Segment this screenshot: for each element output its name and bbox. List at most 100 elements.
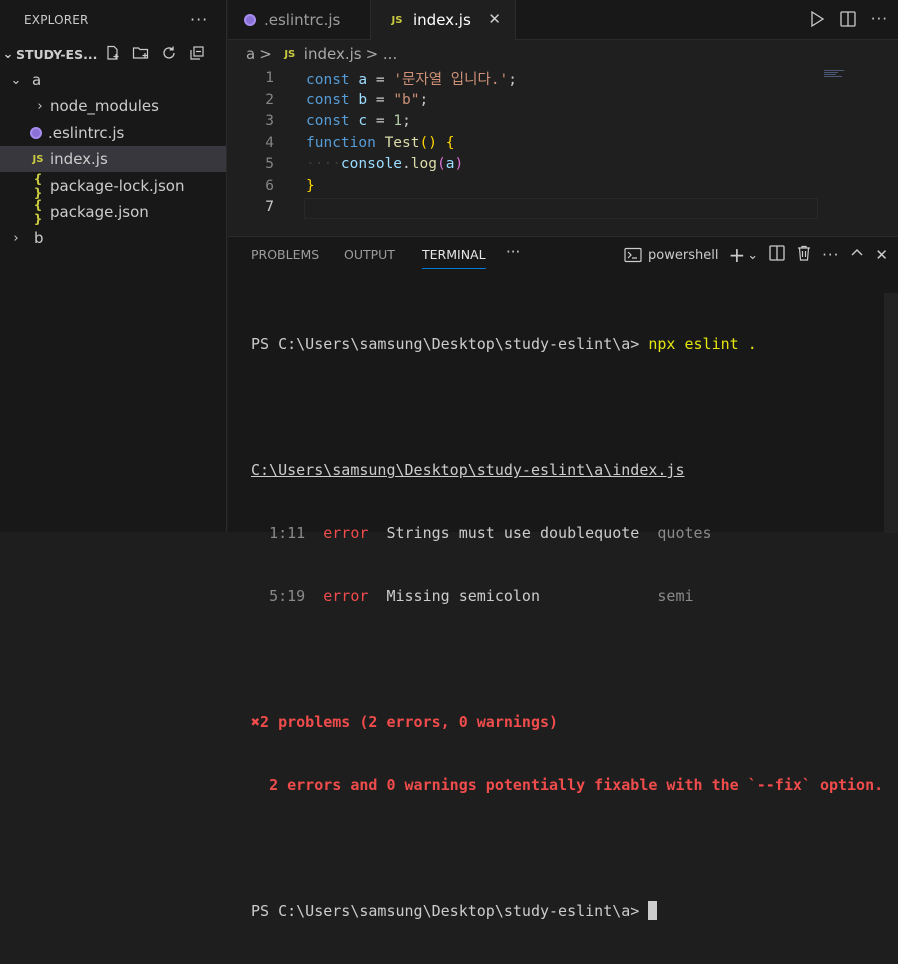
tree-item-label: a <box>32 71 42 89</box>
fixable-text: 2 errors and 0 warnings potentially fixa… <box>269 776 884 794</box>
terminal-command: npx eslint . <box>648 335 757 353</box>
trash-icon[interactable] <box>796 244 812 266</box>
error-rule: quotes <box>657 524 712 542</box>
code-token: console <box>340 156 403 172</box>
close-icon[interactable]: ✕ <box>875 246 888 264</box>
code-line[interactable]: 3 const c = 1; <box>228 110 898 132</box>
code-line[interactable]: 1 const a = '문자열 입니다.'; <box>228 67 898 89</box>
chevron-down-icon: ⌄ <box>10 72 22 88</box>
code-editor[interactable]: 1 const a = '문자열 입니다.'; 2 const b = "b"; 3 co… <box>228 67 898 235</box>
more-actions-icon[interactable]: ··· <box>822 246 839 264</box>
line-number: 6 <box>265 177 274 194</box>
code-token: ( <box>436 156 446 172</box>
collapse-all-icon[interactable] <box>188 44 206 62</box>
close-icon[interactable]: ✕ <box>488 10 501 28</box>
code-token: const <box>306 113 350 129</box>
tree-file-package-lock[interactable]: { } package-lock.json <box>0 172 226 200</box>
explorer-more-icon[interactable]: ··· <box>190 10 208 29</box>
tree-folder-b[interactable]: › b <box>0 225 226 251</box>
panel-more-icon[interactable]: ··· <box>506 243 520 261</box>
summary-text: 2 problems (2 errors, 0 warnings) <box>260 713 559 731</box>
terminal-line: PS C:\Users\samsung\Desktop\study-eslint… <box>251 334 898 355</box>
tab-label: index.js <box>413 11 471 29</box>
tree-file-index-js[interactable]: JS index.js <box>0 146 226 172</box>
lint-summary: ✖2 problems (2 errors, 0 warnings) <box>251 712 898 733</box>
eslint-icon <box>244 14 256 26</box>
code-token: = <box>375 113 394 129</box>
line-number: 5 <box>265 156 274 172</box>
run-icon[interactable] <box>809 10 825 32</box>
code-line[interactable]: 5 ····console.log(a) <box>228 153 898 175</box>
refresh-icon[interactable] <box>160 44 178 62</box>
eslint-icon <box>30 127 42 139</box>
js-file-icon: JS <box>284 48 296 60</box>
terminal-shell-selector[interactable]: powershell <box>624 247 718 263</box>
tab-eslintrc[interactable]: .eslintrc.js <box>228 0 371 40</box>
terminal-cursor <box>648 901 658 920</box>
code-token: Test <box>384 134 420 151</box>
line-number: 2 <box>265 91 274 108</box>
tree-item-label: b <box>34 229 44 247</box>
explorer-title: EXPLORER <box>24 13 89 27</box>
error-level: error <box>323 524 369 542</box>
line-number: 3 <box>265 113 274 129</box>
new-file-icon[interactable] <box>104 44 122 62</box>
code-token: () <box>419 134 437 151</box>
code-text: const b = "b"; <box>306 92 428 108</box>
split-terminal-icon[interactable] <box>768 244 786 266</box>
tree-item-label: package-lock.json <box>50 177 185 195</box>
bottom-panel: PROBLEMS OUTPUT TERMINAL ··· powershell … <box>228 236 898 920</box>
lint-file-path[interactable]: C:\Users\samsung\Desktop\study-eslint\a\… <box>251 461 684 479</box>
tree-file-eslintrc[interactable]: .eslintrc.js <box>0 120 226 146</box>
active-tab-indicator <box>422 268 486 269</box>
tree-item-label: package.json <box>50 203 149 221</box>
error-message: Missing semicolon <box>386 587 540 605</box>
maximize-panel-icon[interactable] <box>849 245 865 265</box>
terminal-prompt: PS C:\Users\samsung\Desktop\study-eslint… <box>251 902 649 920</box>
code-line[interactable]: 2 const b = "b"; <box>228 89 898 111</box>
code-line[interactable]: 4 function Test() { <box>228 132 898 154</box>
new-folder-icon[interactable] <box>132 44 150 62</box>
tree-item-label: .eslintrc.js <box>48 124 125 142</box>
tab-index-js[interactable]: JS index.js ✕ <box>371 0 516 40</box>
lint-error-row: 1:11 error Strings must use doublequote … <box>251 523 898 544</box>
chevron-down-icon[interactable]: ⌄ <box>747 248 758 263</box>
editor-tabbar: .eslintrc.js JS index.js ✕ ··· <box>228 0 898 40</box>
line-number: 7 <box>265 199 274 215</box>
chevron-right-icon: › <box>37 98 43 114</box>
more-actions-icon[interactable]: ··· <box>871 10 888 32</box>
new-terminal-icon[interactable]: + <box>728 245 745 265</box>
js-file-icon: JS <box>32 153 44 165</box>
code-text: } <box>306 178 315 194</box>
split-editor-icon[interactable] <box>839 10 857 32</box>
code-token: b <box>349 91 376 108</box>
error-x-icon: ✖ <box>251 713 261 731</box>
code-token: ; <box>419 91 429 108</box>
tree-item-label: node_modules <box>50 97 159 115</box>
line-number: 1 <box>265 70 274 86</box>
code-line[interactable]: 7 <box>228 196 898 218</box>
tree-folder-node-modules[interactable]: › node_modules <box>0 93 226 119</box>
tab-problems[interactable]: PROBLEMS <box>251 247 319 262</box>
explorer-header: EXPLORER ··· <box>0 0 226 40</box>
explorer-actions <box>104 44 206 62</box>
code-token: ···· <box>306 156 341 172</box>
tree-file-package[interactable]: { } package.json <box>0 198 226 226</box>
js-file-icon: JS <box>391 14 403 26</box>
terminal-output[interactable]: PS C:\Users\samsung\Desktop\study-eslint… <box>251 292 898 964</box>
error-position: 1:11 <box>269 524 306 542</box>
breadcrumb-folder[interactable]: a <box>246 45 255 63</box>
breadcrumb-more[interactable]: > ... <box>366 45 398 63</box>
code-token: a <box>349 71 376 88</box>
tab-output[interactable]: OUTPUT <box>344 247 395 262</box>
editor-actions: ··· <box>809 10 888 32</box>
tab-terminal[interactable]: TERMINAL <box>422 247 486 262</box>
breadcrumb-file[interactable]: index.js <box>304 45 362 63</box>
code-line[interactable]: 6} <box>228 175 898 197</box>
tree-folder-a[interactable]: ⌄ a <box>0 67 226 93</box>
